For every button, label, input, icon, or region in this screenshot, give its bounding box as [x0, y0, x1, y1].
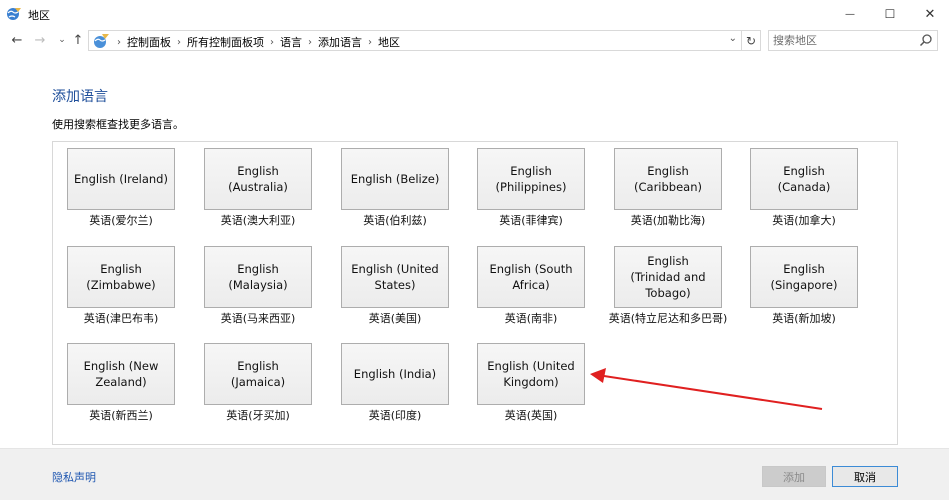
language-item: English (New Zealand) 英语(新西兰)	[67, 343, 177, 423]
address-bar: ← → ⌄ ↑ › 控制面板 › 所有控制面板项 › 语言 › 添加语言 › 地…	[0, 28, 949, 52]
language-caption: 英语(印度)	[368, 409, 422, 422]
breadcrumb-item[interactable]: 地区	[378, 34, 400, 50]
minimize-icon: —	[845, 8, 855, 20]
breadcrumb-separator-icon[interactable]: ›	[270, 37, 274, 48]
cancel-button[interactable]: 取消	[832, 466, 898, 487]
window-title: 地区	[28, 9, 50, 22]
language-item: English (Singapore) 英语(新加坡)	[750, 246, 860, 326]
arrow-right-icon: →	[34, 32, 46, 48]
language-caption: 英语(南非)	[504, 312, 558, 325]
language-caption: 英语(牙买加)	[226, 409, 290, 422]
language-item: English (India) 英语(印度)	[341, 343, 451, 423]
language-tile[interactable]: English (Singapore)	[750, 246, 858, 308]
search-icon[interactable]	[919, 33, 933, 47]
language-tile[interactable]: English (Ireland)	[67, 148, 175, 210]
close-icon: ✕	[924, 6, 936, 22]
language-tile[interactable]: English (India)	[341, 343, 449, 405]
language-item: English (South Africa) 英语(南非)	[477, 246, 587, 326]
language-tile[interactable]: English (Belize)	[341, 148, 449, 210]
language-caption: 英语(爱尔兰)	[89, 214, 153, 227]
breadcrumb-separator-icon[interactable]: ›	[368, 37, 372, 48]
up-button[interactable]: ↑	[68, 28, 88, 52]
language-item: English (Malaysia) 英语(马来西亚)	[204, 246, 314, 326]
language-caption: 英语(新西兰)	[89, 409, 153, 422]
close-button[interactable]: ✕	[907, 0, 949, 28]
language-tile[interactable]: English (South Africa)	[477, 246, 585, 308]
control-panel-icon	[94, 34, 109, 48]
search-input[interactable]	[769, 31, 917, 50]
language-tile[interactable]: English (Jamaica)	[204, 343, 312, 405]
language-tile[interactable]: English (New Zealand)	[67, 343, 175, 405]
language-caption: 英语(加勒比海)	[630, 214, 706, 227]
forward-button[interactable]: →	[30, 28, 50, 52]
language-caption: 英语(伯利兹)	[363, 214, 427, 227]
arrow-up-icon: ↑	[72, 32, 84, 48]
breadcrumb: › 控制面板 › 所有控制面板项 › 语言 › 添加语言 › 地区	[111, 34, 400, 50]
language-item: English (United States) 英语(美国)	[341, 246, 451, 326]
add-button[interactable]: 添加	[762, 466, 826, 487]
language-item: English (Caribbean) 英语(加勒比海)	[614, 148, 724, 228]
language-caption: 英语(新加坡)	[772, 312, 836, 325]
maximize-icon: ☐	[884, 7, 896, 21]
language-caption: 英语(马来西亚)	[220, 312, 296, 325]
breadcrumb-separator-icon[interactable]: ›	[308, 37, 312, 48]
language-tile[interactable]: English (Australia)	[204, 148, 312, 210]
language-caption: 英语(美国)	[368, 312, 422, 325]
language-item: English (Canada) 英语(加拿大)	[750, 148, 860, 228]
language-grid: English (Ireland) 英语(爱尔兰) English (Austr…	[52, 141, 898, 445]
language-caption: 英语(津巴布韦)	[83, 312, 159, 325]
language-item: English (Belize) 英语(伯利兹)	[341, 148, 451, 228]
page-title: 添加语言	[52, 89, 108, 105]
chevron-down-icon[interactable]: ⌄	[729, 33, 737, 44]
language-item: English (Trinidad and Tobago) 英语(特立尼达和多巴…	[609, 246, 727, 326]
search-box	[768, 30, 938, 51]
footer: 隐私声明 添加 取消	[0, 448, 949, 500]
language-item: English (Jamaica) 英语(牙买加)	[204, 343, 314, 423]
back-button[interactable]: ←	[7, 28, 27, 52]
arrow-left-icon: ←	[11, 32, 23, 48]
refresh-button[interactable]: ↻	[742, 30, 761, 51]
language-item: English (Philippines) 英语(菲律宾)	[477, 148, 587, 228]
language-tile[interactable]: English (United Kingdom)	[477, 343, 585, 405]
language-item: English (Australia) 英语(澳大利亚)	[204, 148, 314, 228]
language-tile[interactable]: English (Zimbabwe)	[67, 246, 175, 308]
privacy-link[interactable]: 隐私声明	[52, 469, 96, 485]
breadcrumb-separator-icon[interactable]: ›	[177, 37, 181, 48]
language-caption: 英语(英国)	[504, 409, 558, 422]
breadcrumb-separator-icon: ›	[117, 36, 121, 48]
breadcrumb-item[interactable]: 添加语言	[318, 34, 362, 50]
breadcrumb-item[interactable]: 语言	[280, 34, 302, 50]
language-tile[interactable]: English (Malaysia)	[204, 246, 312, 308]
breadcrumb-item[interactable]: 所有控制面板项	[187, 34, 264, 50]
language-tile[interactable]: English (United States)	[341, 246, 449, 308]
language-caption: 英语(澳大利亚)	[220, 214, 296, 227]
language-item: English (Ireland) 英语(爱尔兰)	[67, 148, 177, 228]
language-tile[interactable]: English (Philippines)	[477, 148, 585, 210]
title-bar: 地区 — ☐ ✕	[0, 0, 949, 28]
language-caption: 英语(加拿大)	[772, 214, 836, 227]
language-caption: 英语(特立尼达和多巴哥)	[608, 312, 728, 325]
refresh-icon: ↻	[745, 33, 757, 48]
path-box[interactable]: › 控制面板 › 所有控制面板项 › 语言 › 添加语言 › 地区 ⌄	[88, 30, 742, 51]
instruction-text: 使用搜索框查找更多语言。	[52, 118, 184, 131]
language-caption: 英语(菲律宾)	[499, 214, 563, 227]
breadcrumb-item[interactable]: 控制面板	[127, 34, 171, 50]
language-tile[interactable]: English (Trinidad and Tobago)	[614, 246, 722, 308]
chevron-down-icon: ⌄	[58, 35, 66, 45]
language-item: English (United Kingdom) 英语(英国)	[477, 343, 587, 423]
globe-icon	[7, 8, 21, 20]
language-tile[interactable]: English (Canada)	[750, 148, 858, 210]
language-tile[interactable]: English (Caribbean)	[614, 148, 722, 210]
language-item: English (Zimbabwe) 英语(津巴布韦)	[67, 246, 177, 326]
